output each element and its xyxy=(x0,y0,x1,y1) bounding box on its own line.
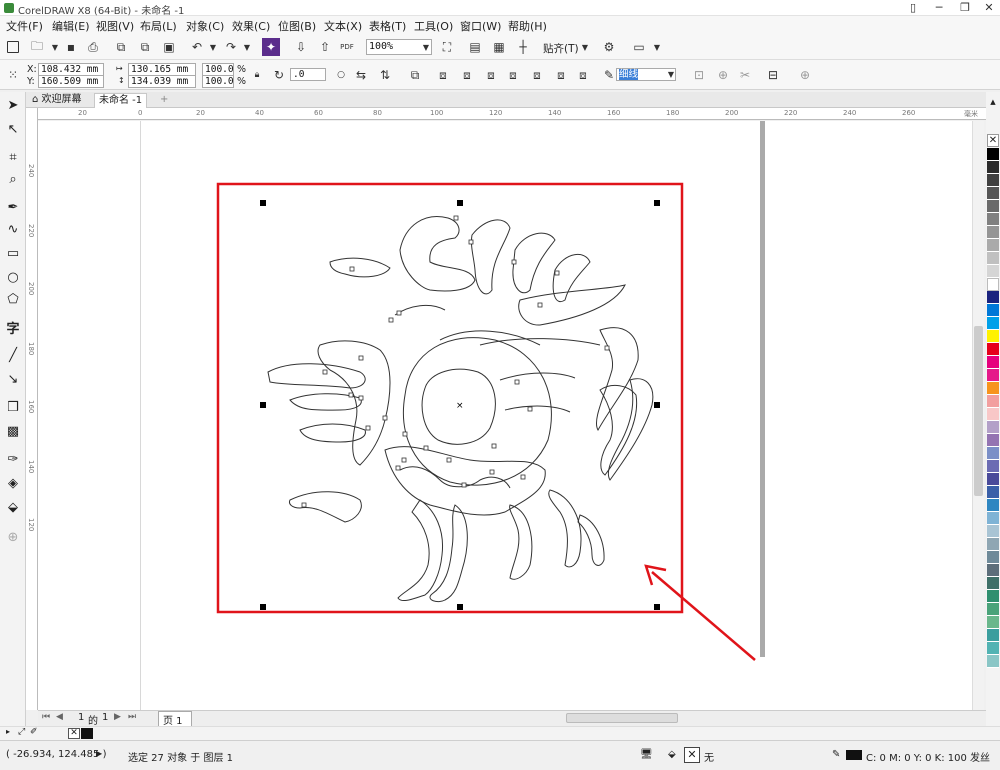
artwork-tail-left xyxy=(289,491,362,523)
color-swatch[interactable] xyxy=(987,590,999,603)
color-swatch[interactable] xyxy=(987,187,999,200)
last-page-icon[interactable]: ⏭ xyxy=(128,712,136,722)
color-swatch[interactable] xyxy=(987,161,999,174)
artwork-feather-2 xyxy=(512,232,556,294)
previous-page-icon[interactable]: ◀ xyxy=(56,712,63,722)
fill-none-swatch: ✕ xyxy=(684,747,700,763)
color-swatch[interactable] xyxy=(987,551,999,564)
color-swatch[interactable] xyxy=(987,239,999,252)
outline-status: C: 0 M: 0 Y: 0 K: 100 发丝 xyxy=(866,753,991,764)
vertical-scrollbar[interactable] xyxy=(972,121,984,710)
color-swatch[interactable] xyxy=(987,525,999,538)
doc-black-swatch[interactable] xyxy=(81,728,93,739)
status-expand-icon[interactable]: ▶ xyxy=(96,749,102,758)
palette-edit-icon[interactable]: ✐ xyxy=(30,727,38,737)
color-swatch[interactable] xyxy=(987,174,999,187)
color-swatch[interactable] xyxy=(987,564,999,577)
artwork-head-crest xyxy=(399,216,476,292)
outline-pen-status-icon: ✎ xyxy=(832,749,841,760)
palette-scroll-up-icon[interactable]: ▲ xyxy=(987,98,999,108)
color-swatch[interactable] xyxy=(987,512,999,525)
color-swatch[interactable] xyxy=(987,200,999,213)
artwork-wing-1 xyxy=(267,363,366,389)
vertical-scroll-thumb[interactable] xyxy=(974,326,983,496)
fill-bucket-icon[interactable]: ⬙ xyxy=(668,749,676,760)
color-swatch[interactable] xyxy=(987,603,999,616)
color-swatch[interactable] xyxy=(987,642,999,655)
eyedropper-icon[interactable]: ⤢ xyxy=(18,727,25,737)
artwork-inner-strand-3 xyxy=(499,372,576,381)
horizontal-scroll-thumb[interactable] xyxy=(566,713,678,723)
current-page-number: 1 xyxy=(78,712,85,723)
color-swatch[interactable] xyxy=(987,577,999,590)
cursor-coordinates: ( -26.934, 124.485 ) xyxy=(6,749,107,760)
first-page-icon[interactable]: ⏮ xyxy=(42,712,50,722)
artwork-lower-body xyxy=(384,446,546,516)
color-swatch[interactable] xyxy=(987,395,999,408)
color-swatch[interactable] xyxy=(987,226,999,239)
color-swatch[interactable] xyxy=(987,148,999,161)
color-swatch[interactable] xyxy=(987,434,999,447)
artwork-feather-right-2 xyxy=(596,327,639,431)
color-proofing-icon[interactable]: 🖥︎ xyxy=(640,749,653,760)
color-swatch[interactable] xyxy=(987,421,999,434)
artwork-feather-right-1 xyxy=(518,284,626,326)
status-bar: ( -26.934, 124.485 ) ▶ 选定 27 对象 于 图层 1 🖥… xyxy=(0,740,1000,770)
color-swatch[interactable] xyxy=(987,408,999,421)
fill-status: 无 xyxy=(704,753,714,764)
color-palette: ▲ ✕ xyxy=(986,92,1000,740)
color-swatch[interactable] xyxy=(987,356,999,369)
color-swatch[interactable] xyxy=(987,473,999,486)
color-swatch[interactable] xyxy=(987,486,999,499)
color-swatch[interactable] xyxy=(987,616,999,629)
artwork-feather-1 xyxy=(470,219,511,295)
artwork-beak xyxy=(329,257,391,278)
artwork-inner-strand-5 xyxy=(394,304,446,316)
color-swatch[interactable] xyxy=(987,447,999,460)
next-page-icon[interactable]: ▶ xyxy=(114,712,121,722)
artwork-inner-strand-2 xyxy=(479,338,601,346)
no-color-swatch[interactable]: ✕ xyxy=(987,134,999,147)
color-swatch[interactable] xyxy=(987,330,999,343)
artwork-body-left xyxy=(317,340,391,466)
artwork-wing-3 xyxy=(299,423,366,443)
color-swatch[interactable] xyxy=(987,213,999,226)
color-swatch[interactable] xyxy=(987,499,999,512)
document-palette-strip: ▸ ⤢ ✐ ✕ xyxy=(0,726,1000,740)
page-of-label: 的 xyxy=(88,716,98,727)
artwork-layer: × xyxy=(216,182,756,661)
color-swatch[interactable] xyxy=(987,460,999,473)
palette-menu-icon[interactable]: ▸ xyxy=(6,727,10,736)
artwork-leg-left xyxy=(397,499,444,601)
doc-no-color-swatch[interactable]: ✕ xyxy=(68,728,80,739)
artwork-feather-right-4 xyxy=(607,378,654,481)
selection-center-mark: × xyxy=(456,401,464,411)
page-navigator: ⏮ ◀ 1 的 1 ▶ ⏭ 页 1 xyxy=(38,710,988,728)
artwork-leg-right xyxy=(429,504,468,603)
artwork-feather-right-3 xyxy=(599,384,638,476)
color-swatch[interactable] xyxy=(987,538,999,551)
outline-color-swatch xyxy=(846,750,862,760)
total-pages: 1 xyxy=(102,712,109,723)
artwork-feather-3 xyxy=(552,254,591,302)
color-swatch[interactable] xyxy=(987,343,999,356)
artwork-tail-right-2 xyxy=(548,489,582,568)
color-swatch[interactable] xyxy=(987,252,999,265)
selection-status: 选定 27 对象 于 图层 1 xyxy=(128,753,233,764)
color-swatch[interactable] xyxy=(987,317,999,330)
color-swatch[interactable] xyxy=(987,278,999,291)
color-swatch[interactable] xyxy=(987,382,999,395)
color-swatch[interactable] xyxy=(987,629,999,642)
color-swatch[interactable] xyxy=(987,369,999,382)
highlight-box xyxy=(216,182,684,614)
artwork-tail-right-3 xyxy=(577,514,605,566)
artwork-inner-strand-4 xyxy=(504,405,571,413)
color-swatch[interactable] xyxy=(987,655,999,668)
artwork-tail-right-1 xyxy=(509,504,533,580)
color-swatch[interactable] xyxy=(987,291,999,304)
color-swatch[interactable] xyxy=(987,304,999,317)
color-swatch[interactable] xyxy=(987,265,999,278)
